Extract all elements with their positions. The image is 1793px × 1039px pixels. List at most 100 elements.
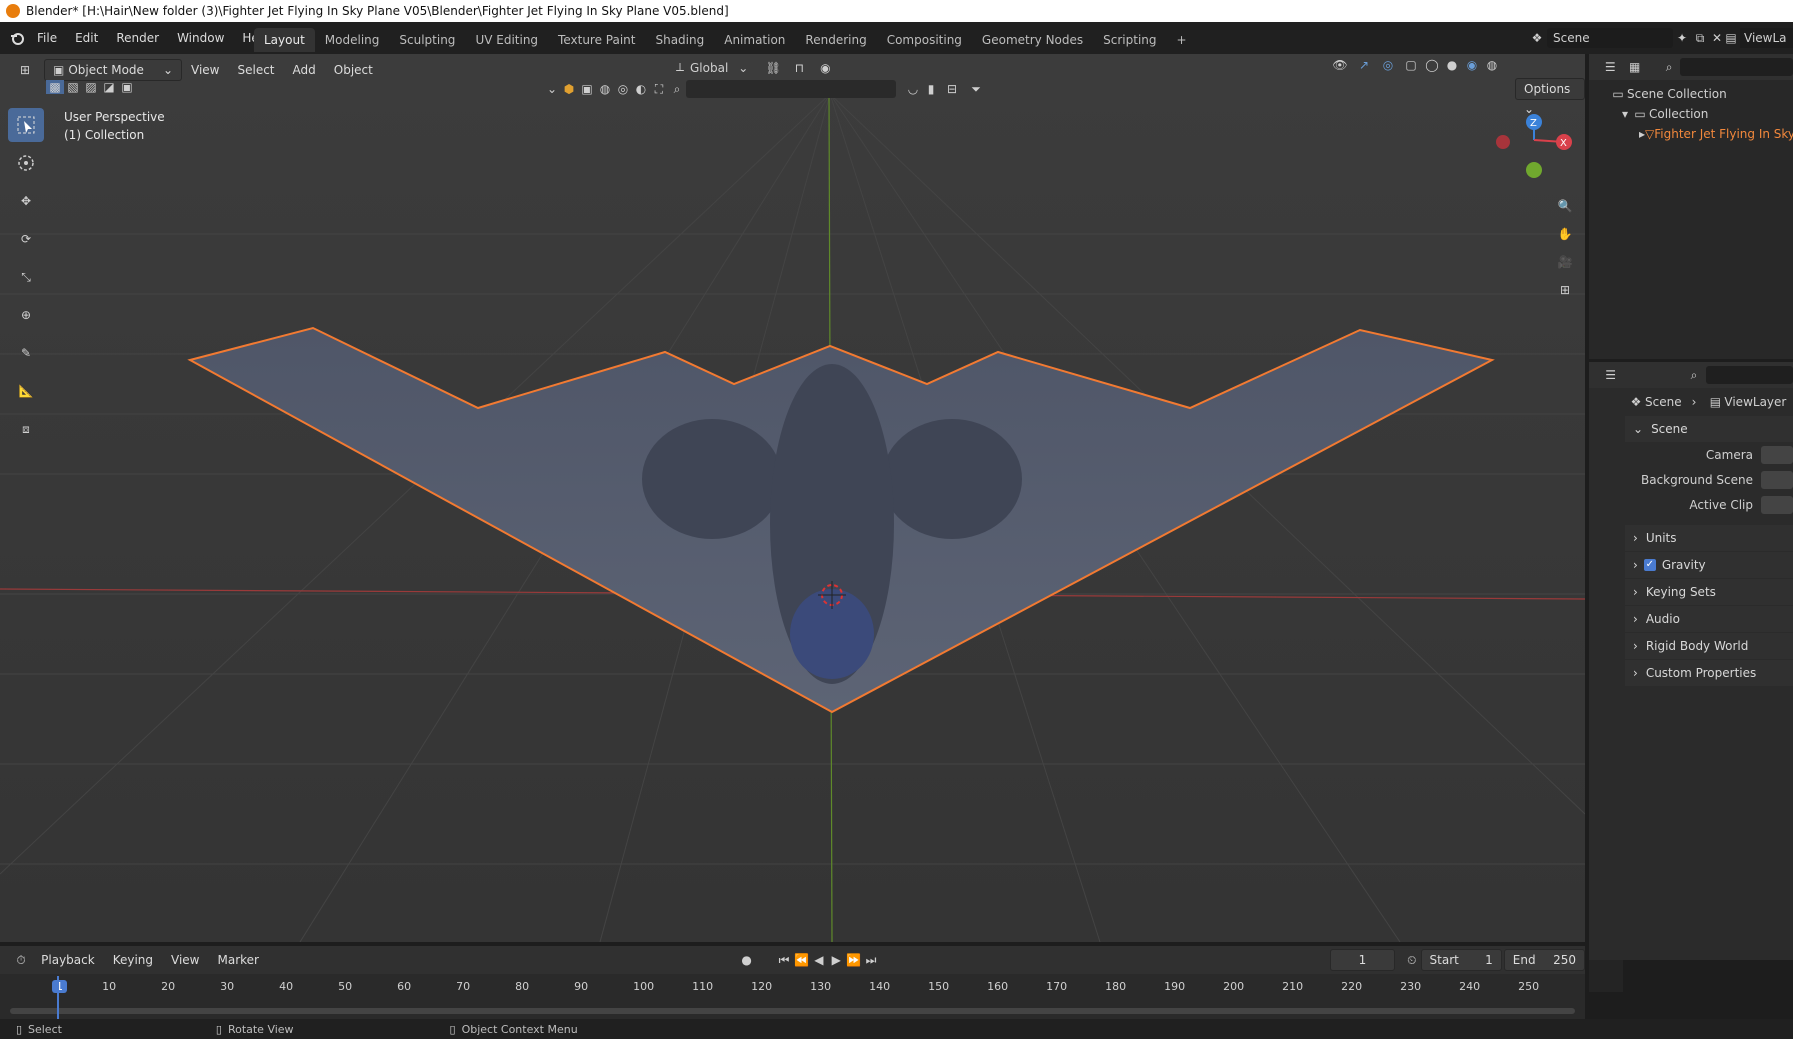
chevron-down-icon[interactable]: ⌄ bbox=[544, 82, 560, 96]
zoom-icon[interactable]: 🔍 bbox=[1550, 192, 1580, 220]
tab-sculpting[interactable]: Sculpting bbox=[389, 28, 465, 52]
outliner-object-row[interactable]: ▸ ▽ Fighter Jet Flying In Sky bbox=[1609, 124, 1793, 144]
tab-compositing[interactable]: Compositing bbox=[877, 28, 972, 52]
options-button[interactable]: Options ⌄ bbox=[1515, 78, 1585, 116]
bookmark-icon[interactable]: ▮ bbox=[922, 82, 940, 96]
preview-range-icon[interactable]: ⏲ bbox=[1403, 953, 1420, 968]
pivot-icon[interactable]: ⛓ bbox=[760, 61, 786, 75]
tab-uv-editing[interactable]: UV Editing bbox=[465, 28, 548, 52]
audio-section[interactable]: › Audio bbox=[1625, 606, 1793, 632]
end-frame-field[interactable]: End 250 bbox=[1503, 949, 1585, 971]
tab-rendering[interactable]: Rendering bbox=[795, 28, 876, 52]
current-frame-field[interactable]: 1 bbox=[1329, 949, 1396, 971]
tab-shading[interactable]: Shading bbox=[645, 28, 714, 52]
selectable-icon[interactable]: ▣ bbox=[578, 82, 596, 96]
add-cube-tool-icon[interactable]: ⧈ bbox=[8, 412, 44, 446]
filter-icon[interactable]: ⏷ bbox=[964, 82, 988, 97]
timeline-scrollbar[interactable] bbox=[10, 1008, 1575, 1014]
transform-tool-icon[interactable]: ⊕ bbox=[8, 298, 44, 332]
editor-type-icon[interactable]: ⊞ bbox=[12, 63, 38, 77]
timeline-editor-icon[interactable]: ⏱ bbox=[10, 953, 32, 968]
transform-orientation[interactable]: ⟂ Global ⌄ ⛓ ⊓ ◉ bbox=[670, 60, 838, 75]
play-icon[interactable]: ▶ bbox=[828, 953, 845, 967]
axis-gizmo[interactable]: Z X bbox=[1488, 112, 1574, 188]
new-scene-icon[interactable]: ⧉ bbox=[1691, 31, 1709, 46]
timeline-menu-keying[interactable]: Keying bbox=[104, 948, 162, 972]
snap-icon[interactable]: ⊓ bbox=[786, 61, 812, 75]
tab-modeling[interactable]: Modeling bbox=[315, 28, 390, 52]
move-tool-icon[interactable]: ✥ bbox=[8, 184, 44, 218]
xray-icon[interactable]: ▢ bbox=[1400, 58, 1422, 72]
select-invert-icon[interactable]: ◪ bbox=[100, 80, 118, 94]
scene-field[interactable]: Scene bbox=[1547, 28, 1673, 48]
outliner-search-input[interactable] bbox=[1680, 58, 1793, 76]
outliner-scene-collection[interactable]: ▭ Scene Collection bbox=[1609, 84, 1793, 104]
tab-layout[interactable]: Layout bbox=[254, 28, 315, 52]
playhead[interactable] bbox=[57, 976, 59, 1024]
gravity-checkbox[interactable]: ✓ bbox=[1643, 559, 1656, 571]
measure-tool-icon[interactable]: 📐 bbox=[8, 374, 44, 408]
menu-window[interactable]: Window bbox=[168, 26, 233, 50]
tab-texture-paint[interactable]: Texture Paint bbox=[548, 28, 645, 52]
wireframe-shading-icon[interactable]: ◯ bbox=[1422, 58, 1442, 72]
cursor-tool-icon[interactable] bbox=[8, 146, 44, 180]
select-new-icon[interactable]: ▩ bbox=[46, 80, 64, 94]
viewlayer-field[interactable]: ViewLa bbox=[1740, 28, 1793, 48]
jump-end-icon[interactable]: ⏭ bbox=[862, 953, 879, 968]
solid-shading-icon[interactable]: ● bbox=[1442, 58, 1462, 72]
viewport-menu-view[interactable]: View bbox=[182, 58, 228, 82]
custom-properties-section[interactable]: › Custom Properties bbox=[1625, 660, 1793, 686]
3d-viewport[interactable]: ⊞ ▣ Object Mode ⌄ View Select Add Object… bbox=[0, 54, 1585, 942]
scene-selector[interactable]: ❖ Scene ✦ ⧉ ✕ bbox=[1527, 28, 1725, 48]
menu-edit[interactable]: Edit bbox=[66, 26, 107, 50]
blender-menu-icon[interactable] bbox=[6, 27, 28, 49]
select-subtract-icon[interactable]: ▨ bbox=[82, 80, 100, 94]
jump-keyframe-forward-icon[interactable]: ⏩ bbox=[845, 953, 862, 967]
properties-editor-icon[interactable]: ☰ bbox=[1599, 368, 1622, 382]
overlays-icon[interactable]: ◎ bbox=[1376, 58, 1400, 72]
record-icon[interactable]: ● bbox=[738, 953, 755, 967]
properties-search-input[interactable] bbox=[1705, 366, 1793, 384]
tab-geometry-nodes[interactable]: Geometry Nodes bbox=[972, 28, 1093, 52]
timeline-menu-view[interactable]: View bbox=[162, 948, 208, 972]
material-icon[interactable]: ◍ bbox=[596, 82, 614, 96]
mode-select[interactable]: ▣ Object Mode ⌄ bbox=[44, 59, 182, 81]
menu-render[interactable]: Render bbox=[107, 26, 168, 50]
navigate-gizmo-icon[interactable]: ↗ bbox=[1352, 58, 1376, 72]
select-extend-icon[interactable]: ▧ bbox=[64, 80, 82, 94]
select-box-tool-icon[interactable] bbox=[8, 108, 44, 142]
scale-tool-icon[interactable]: ⤡ bbox=[8, 260, 44, 294]
background-scene-field[interactable] bbox=[1761, 470, 1793, 489]
perspective-toggle-icon[interactable]: ⊞ bbox=[1550, 276, 1580, 304]
gravity-section[interactable]: › ✓ Gravity bbox=[1625, 552, 1793, 578]
viewlayer-selector[interactable]: ▤ ViewLa bbox=[1722, 28, 1793, 48]
select-intersect-icon[interactable]: ▣ bbox=[118, 80, 136, 94]
units-section[interactable]: › Units bbox=[1625, 525, 1793, 551]
active-clip-field[interactable] bbox=[1761, 495, 1793, 514]
breadcrumb-scene[interactable]: Scene bbox=[1645, 395, 1682, 409]
scene-panel-header[interactable]: ⌄ Scene bbox=[1625, 416, 1793, 442]
viewport-menu-object[interactable]: Object bbox=[325, 58, 382, 82]
camera-field[interactable] bbox=[1761, 445, 1793, 464]
annotate-tool-icon[interactable]: ✎ bbox=[8, 336, 44, 370]
pin-icon[interactable]: ✦ bbox=[1673, 31, 1691, 45]
menu-file[interactable]: File bbox=[28, 26, 66, 50]
rigid-body-world-section[interactable]: › Rigid Body World bbox=[1625, 633, 1793, 659]
world-icon[interactable]: ◐ bbox=[632, 82, 650, 96]
jump-keyframe-back-icon[interactable]: ⏪ bbox=[793, 953, 810, 967]
outliner-collection-row[interactable]: ▾ ▭ Collection bbox=[1609, 104, 1793, 124]
camera-view-icon[interactable]: 🎥 bbox=[1550, 248, 1580, 276]
visibility-icon[interactable]: ◡ bbox=[904, 82, 922, 96]
proportional-edit-icon[interactable]: ◉ bbox=[812, 61, 838, 75]
rotate-tool-icon[interactable]: ⟳ bbox=[8, 222, 44, 256]
outliner-editor-icon[interactable]: ☰ bbox=[1599, 60, 1622, 74]
physics-icon[interactable]: ⛶ bbox=[650, 82, 668, 97]
display-filter-icon[interactable]: ⊟ bbox=[940, 82, 964, 96]
object-types-icon[interactable]: ⬢ bbox=[560, 82, 578, 96]
add-workspace-icon[interactable]: + bbox=[1167, 28, 1197, 52]
jump-start-icon[interactable]: ⏮ bbox=[775, 953, 792, 968]
timeline-menu-playback[interactable]: Playback bbox=[32, 948, 104, 972]
show-gizmo-icon[interactable]: 👁 bbox=[1328, 58, 1352, 72]
keying-sets-section[interactable]: › Keying Sets bbox=[1625, 579, 1793, 605]
breadcrumb-viewlayer[interactable]: ViewLayer bbox=[1724, 395, 1786, 409]
